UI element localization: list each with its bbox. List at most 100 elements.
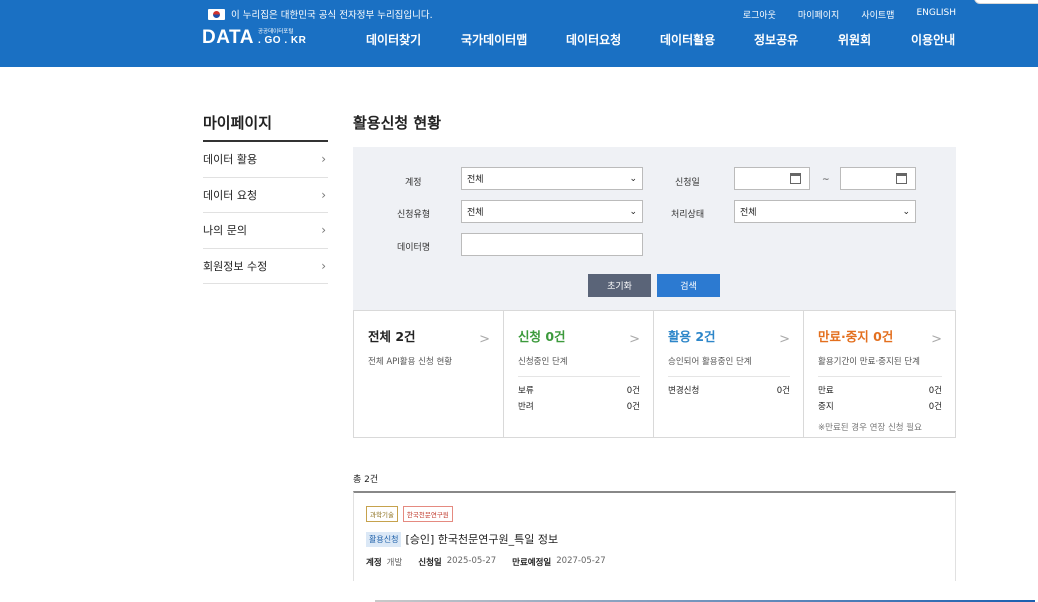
status-label: 처리상태 <box>671 210 705 220</box>
dataname-input[interactable] <box>461 233 643 256</box>
stat-row-key: 반려 <box>518 402 534 412</box>
stat-row-key: 변경신청 <box>668 386 700 396</box>
account-select[interactable]: 전체 ⌄ <box>461 167 643 190</box>
item-tags: 과학기술 한국천문연구원 <box>366 506 453 522</box>
calendar-icon[interactable] <box>896 173 907 184</box>
status-summary: 전체 2건 > 전체 API활용 신청 현황 신청 0건 > 신청중인 단계 보… <box>353 310 956 438</box>
gov-notice: 이 누리집은 대한민국 공식 전자정부 누리집입니다. <box>208 7 433 21</box>
stat-use-rows: 변경신청 0건 <box>668 376 790 398</box>
item-meta: 계정 개발 신청일 2025-05-27 만료예정일 2027-05-27 <box>366 556 622 568</box>
stat-expire-desc: 활용기간이 만료·중지된 단계 <box>818 357 920 367</box>
stat-all-desc: 전체 API활용 신청 현황 <box>368 357 453 367</box>
type-select[interactable]: 전체 ⌄ <box>461 200 643 223</box>
stat-card-apply[interactable]: 신청 0건 > 신청중인 단계 보류 0건 반려 0건 <box>504 311 654 437</box>
sidebar-item-my-inquiry[interactable]: 나의 문의 › <box>203 213 328 249</box>
stat-row: 중지 0건 <box>818 398 942 414</box>
sitemap-link[interactable]: 사이트맵 <box>861 8 894 21</box>
total-count: 총 2건 <box>353 475 379 485</box>
meta-apply-label: 신청일 <box>418 558 442 568</box>
start-date-input[interactable] <box>734 167 810 190</box>
meta-account-label: 계정 <box>366 558 382 568</box>
dataname-label: 데이터명 <box>397 243 431 253</box>
chevron-right-icon: › <box>321 258 326 273</box>
stat-all-head: 전체 2건 <box>368 329 416 344</box>
sidebar-item-label: 데이터 활용 <box>203 153 258 167</box>
caret-down-icon: ⌄ <box>902 207 910 217</box>
sidebar-menu: 데이터 활용 › 데이터 요청 › 나의 문의 › 회원정보 수정 › <box>203 142 328 284</box>
stat-row-value: 0건 <box>776 386 790 396</box>
mypage-link[interactable]: 마이페이지 <box>798 8 839 21</box>
reset-button[interactable]: 초기화 <box>588 274 651 297</box>
stat-expire-head: 만료·중지 0건 <box>818 329 894 344</box>
calendar-icon[interactable] <box>790 173 801 184</box>
status-select[interactable]: 전체 ⌄ <box>734 200 916 223</box>
gov-notice-text: 이 누리집은 대한민국 공식 전자정부 누리집입니다. <box>231 10 433 21</box>
stat-row: 만료 0건 <box>818 382 942 398</box>
flag-icon <box>208 8 225 20</box>
page-title: 활용신청 현황 <box>353 114 442 132</box>
top-right-widget[interactable] <box>974 0 1038 4</box>
stat-card-expire[interactable]: 만료·중지 0건 > 활용기간이 만료·중지된 단계 만료 0건 중지 0건 ※… <box>804 311 955 437</box>
stat-card-all[interactable]: 전체 2건 > 전체 API활용 신청 현황 <box>354 311 504 437</box>
date-label: 신청일 <box>675 178 700 188</box>
utility-links: 로그아웃 마이페이지 사이트맵 ENGLISH <box>743 8 956 21</box>
nav-item-committee[interactable]: 위원회 <box>838 31 911 48</box>
site-logo[interactable]: DATA 공공데이터포털 . GO . KR <box>202 27 306 49</box>
sidebar-item-data-request[interactable]: 데이터 요청 › <box>203 178 328 213</box>
type-label: 신청유형 <box>397 210 431 220</box>
stat-apply-desc: 신청중인 단계 <box>518 357 568 367</box>
stat-row-key: 중지 <box>818 402 834 412</box>
nav-item-data-usage[interactable]: 데이터활용 <box>660 31 754 48</box>
site-header: 이 누리집은 대한민국 공식 전자정부 누리집입니다. 로그아웃 마이페이지 사… <box>0 0 1038 67</box>
logo-domain: . GO . KR <box>257 34 307 46</box>
application-list: 과학기술 한국천문연구원 활용신청 [승인] 한국천문연구원_특일 정보 계정 … <box>353 491 956 581</box>
stat-row-key: 만료 <box>818 386 834 396</box>
stat-apply-head: 신청 0건 <box>518 329 566 344</box>
sidebar-item-data-usage[interactable]: 데이터 활용 › <box>203 142 328 178</box>
nav-item-data-search[interactable]: 데이터찾기 <box>366 31 461 48</box>
stat-row-key: 보류 <box>518 386 534 396</box>
status-select-value: 전체 <box>740 208 757 218</box>
stat-row-value: 0건 <box>928 402 942 412</box>
stat-row-value: 0건 <box>626 402 640 412</box>
nav-item-national-data-map[interactable]: 국가데이터맵 <box>461 31 566 48</box>
nav-item-info-share[interactable]: 정보공유 <box>754 31 838 48</box>
english-link[interactable]: ENGLISH <box>916 8 956 21</box>
stat-card-use[interactable]: 활용 2건 > 승인되어 활용중인 단계 변경신청 0건 <box>654 311 804 437</box>
item-title-text[interactable]: [승인] 한국천문연구원_특일 정보 <box>405 531 558 547</box>
account-select-value: 전체 <box>467 175 484 185</box>
type-select-value: 전체 <box>467 208 484 218</box>
sidebar-title: 마이페이지 <box>203 114 273 132</box>
meta-apply-value: 2025-05-27 <box>446 556 497 566</box>
stat-apply-rows: 보류 0건 반려 0건 <box>518 376 640 414</box>
stat-use-desc: 승인되어 활용중인 단계 <box>668 357 752 367</box>
search-panel: 계정 전체 ⌄ 신청일 ~ 신청유형 전체 ⌄ 처리상태 전체 ⌄ 데이터명 초… <box>353 147 956 310</box>
stat-expire-note: ※만료된 경우 연장 신청 필요 <box>818 423 922 433</box>
sidebar-item-label: 회원정보 수정 <box>203 259 268 273</box>
search-button[interactable]: 검색 <box>657 274 720 297</box>
caret-down-icon: ⌄ <box>629 174 637 184</box>
stat-row-value: 0건 <box>928 386 942 396</box>
stat-use-head: 활용 2건 <box>668 329 716 344</box>
chevron-right-icon: > <box>931 332 942 347</box>
chevron-right-icon: › <box>321 223 326 238</box>
category-tag: 과학기술 <box>366 506 398 522</box>
stat-row: 보류 0건 <box>518 382 640 398</box>
stat-row: 변경신청 0건 <box>668 382 790 398</box>
chevron-right-icon: > <box>629 332 640 347</box>
end-date-input[interactable] <box>840 167 916 190</box>
date-separator: ~ <box>822 175 830 185</box>
nav-item-guide[interactable]: 이용안내 <box>911 31 971 48</box>
logo-sub: 공공데이터포털 . GO . KR <box>258 30 306 46</box>
stat-row: 반려 0건 <box>518 398 640 414</box>
main-nav: 데이터찾기 국가데이터맵 데이터요청 데이터활용 정보공유 위원회 이용안내 <box>366 31 971 48</box>
account-label: 계정 <box>405 178 422 188</box>
caret-down-icon: ⌄ <box>629 207 637 217</box>
logo-main: DATA <box>202 27 254 48</box>
logout-link[interactable]: 로그아웃 <box>743 8 776 21</box>
nav-item-data-request[interactable]: 데이터요청 <box>566 31 660 48</box>
list-item-title[interactable]: 활용신청 [승인] 한국천문연구원_특일 정보 <box>366 531 558 547</box>
sidebar-item-edit-member[interactable]: 회원정보 수정 › <box>203 249 328 284</box>
meta-expire-value: 2027-05-27 <box>556 556 606 566</box>
stat-row-value: 0건 <box>626 386 640 396</box>
